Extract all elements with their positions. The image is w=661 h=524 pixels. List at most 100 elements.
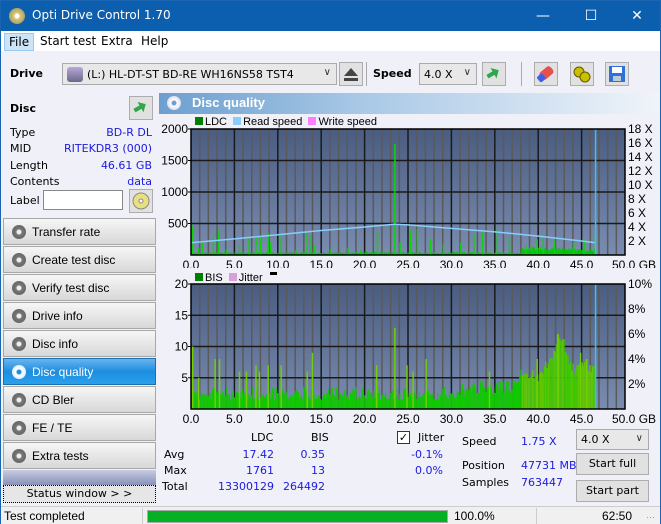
bis-bar — [572, 363, 574, 409]
nav-create-test-disc[interactable]: Create test disc — [3, 246, 156, 273]
maximize-button[interactable]: ☐ — [568, 1, 614, 31]
bis-bar — [220, 394, 223, 409]
minimize-button[interactable]: — — [520, 1, 566, 31]
bis-bar — [338, 399, 340, 409]
speed-select[interactable]: 4.0 X ∨ — [419, 63, 477, 85]
disc-label-button[interactable] — [129, 189, 153, 213]
bis-bar — [204, 394, 206, 409]
ldc-bar — [555, 249, 557, 255]
bis-bar — [575, 367, 577, 409]
bis-bar — [317, 395, 319, 409]
samples-value: 763447 — [521, 476, 563, 489]
start-part-button[interactable]: Start part — [576, 480, 649, 502]
menu-file[interactable]: File — [4, 33, 35, 51]
bis-bar — [593, 365, 595, 409]
resize-grip-icon[interactable]: ⋯ — [646, 512, 655, 523]
bis-bar — [494, 392, 496, 409]
bis-bar — [383, 396, 385, 409]
speed-select-value: 4.0 X — [424, 68, 453, 81]
nav-disc-info[interactable]: Disc info — [3, 330, 156, 357]
ldc-bar — [521, 249, 523, 255]
x-tick-label: 20.0 — [353, 412, 377, 423]
bis-bar — [313, 394, 315, 409]
bis-bar — [342, 395, 344, 409]
app-icon — [9, 8, 25, 24]
start-full-button[interactable]: Start full — [576, 453, 649, 475]
bis-bar — [418, 392, 421, 409]
nav-drive-info[interactable]: Drive info — [3, 302, 156, 329]
bis-bar — [539, 371, 542, 409]
bis-bar — [443, 386, 445, 409]
bis-bar — [296, 389, 298, 409]
bis-bar — [472, 384, 474, 409]
bis-bar — [365, 398, 367, 409]
ldc-bar — [531, 246, 533, 255]
bis-bar — [444, 394, 447, 409]
bis-bar — [590, 371, 593, 409]
bis-bar — [228, 395, 231, 409]
bis-bar — [286, 392, 288, 409]
y-tick-label-right: 8 X — [628, 192, 646, 206]
bis-bar — [309, 398, 311, 409]
bis-spike — [197, 377, 200, 409]
y-tick-label-left: 20 — [175, 277, 189, 291]
menu-start-test[interactable]: Start test — [36, 33, 100, 49]
nav-spacer — [3, 470, 156, 485]
bis-bar — [233, 397, 236, 409]
extra-tests-icon — [12, 449, 26, 463]
bis-bar — [358, 396, 361, 409]
nav-cd-bler[interactable]: CD Bler — [3, 386, 156, 413]
settings-button[interactable] — [570, 62, 594, 86]
refresh-button[interactable] — [482, 62, 506, 86]
bis-bar — [555, 344, 557, 409]
left-panel: Disc Type BD-R DL MID RITEKDR3 (000) Lengt… — [1, 93, 158, 506]
save-button[interactable] — [605, 62, 629, 86]
bis-bar — [282, 388, 284, 409]
stats-avg-bis: 0.35 — [300, 448, 326, 461]
y-tick-label-left: 2000 — [161, 122, 188, 136]
bis-bar — [207, 395, 210, 409]
bis-bar — [339, 393, 341, 409]
bis-bar — [265, 394, 267, 409]
bis-bar — [325, 398, 327, 409]
bis-bar — [217, 393, 219, 409]
bis-bar — [364, 395, 366, 409]
bis-bar — [437, 392, 439, 409]
erase-button[interactable] — [534, 62, 558, 86]
eject-button[interactable] — [339, 62, 363, 86]
disc-label-input[interactable] — [43, 190, 123, 210]
bis-bar — [292, 398, 294, 409]
bis-bar — [302, 386, 305, 409]
bis-bar — [232, 390, 234, 409]
bis-spike — [238, 371, 241, 409]
bis-bar — [271, 388, 274, 409]
menu-extra[interactable]: Extra — [97, 33, 137, 49]
ldc-spike — [238, 245, 241, 255]
nav-fe-te[interactable]: FE / TE — [3, 414, 156, 441]
nav-verify-test-disc[interactable]: Verify test disc — [3, 274, 156, 301]
y-tick-label-right: 10% — [628, 277, 652, 291]
bis-bar — [227, 393, 229, 409]
test-speed-select[interactable]: 4.0 X ∨ — [576, 429, 649, 450]
jitter-checkbox[interactable]: ✓ — [397, 431, 410, 444]
status-window-button[interactable]: Status window > > — [3, 485, 156, 503]
close-button[interactable]: ✕ — [614, 1, 660, 31]
bis-bar — [345, 396, 348, 409]
bis-bar — [392, 398, 395, 409]
bis-bar — [289, 396, 292, 409]
bis-bar — [275, 388, 277, 409]
menu-help[interactable]: Help — [137, 33, 172, 49]
bis-bar — [493, 387, 495, 409]
ldc-bar — [568, 248, 570, 255]
drive-select[interactable]: (L:) HL-DT-ST BD-RE WH16NS58 TST4 ∨ — [62, 63, 337, 85]
bis-bar — [284, 395, 287, 409]
bis-bar — [465, 389, 468, 409]
nav-disc-quality[interactable]: Disc quality — [3, 358, 156, 385]
bis-bar — [468, 390, 470, 409]
bis-spike — [406, 365, 408, 409]
disc-refresh-button[interactable] — [129, 96, 153, 120]
drive-label: Drive — [10, 67, 43, 80]
nav-transfer-rate[interactable]: Transfer rate — [3, 218, 156, 245]
speed-label: Speed — [462, 435, 497, 448]
nav-extra-tests[interactable]: Extra tests — [3, 442, 156, 469]
